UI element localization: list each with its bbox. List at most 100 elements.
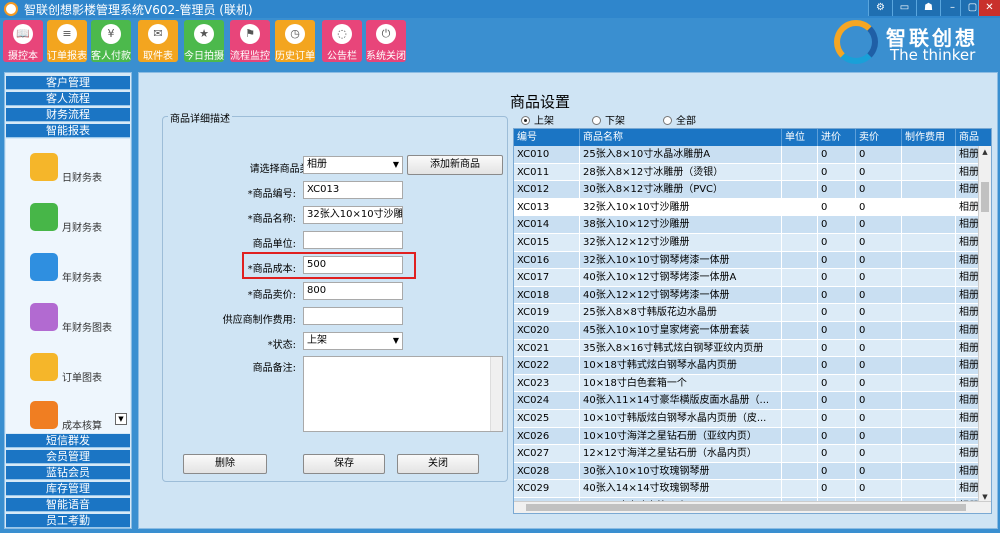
column-header[interactable]: 卖价 — [856, 129, 902, 146]
nav-header-smart-voice[interactable]: 智能语音 — [6, 498, 130, 512]
scroll-thumb[interactable] — [526, 504, 966, 511]
nav-item-yearly-finance[interactable]: 年财务表 — [26, 253, 116, 293]
table-row[interactable]: XC016 32张入10×10寸钢琴烤漆一体册 0 0 相册 — [514, 251, 980, 270]
table-cell: 40张入12×12寸钢琴烤漆一体册 — [580, 286, 782, 305]
table-row[interactable]: XC012 30张入8×12寸冰雕册（PVC） 0 0 相册 — [514, 181, 980, 199]
toolbar-label: 订单报表 — [47, 51, 87, 62]
close-window-button[interactable]: ✕ — [978, 0, 1000, 16]
nav-header-finance-flow[interactable]: 财务流程 — [6, 108, 130, 122]
table-cell: 0 — [818, 357, 856, 375]
table-cell: 相册 — [956, 374, 980, 393]
table-cell: 相册 — [956, 462, 980, 481]
shirt-icon[interactable]: ☗ — [916, 0, 940, 16]
table-cell: 10×10寸韩版炫白钢琴水晶内页册（皮... — [580, 410, 782, 428]
column-header[interactable]: 制作费用 — [902, 129, 956, 146]
table-cell — [782, 216, 818, 234]
toolbar-button-customer-payment[interactable]: ¥ 客人付款 — [91, 20, 131, 62]
today-shoot-icon: ★ — [194, 24, 214, 44]
toolbar-button-history-orders[interactable]: ◷ 历史订单 — [275, 20, 315, 62]
remark-scrollbar[interactable] — [490, 357, 502, 431]
toolbar-button-pickup[interactable]: ✉ 取件表 — [138, 20, 178, 62]
filter-on-shelf-radio[interactable]: 上架 — [521, 112, 554, 127]
nav-item-order-chart[interactable]: 订单图表 — [26, 353, 116, 393]
table-row[interactable]: XC019 25张入8×8寸韩版花边水晶册 0 0 相册 — [514, 304, 980, 322]
table-cell: 25张入8×8寸韩版花边水晶册 — [580, 304, 782, 322]
scroll-thumb[interactable] — [981, 182, 989, 212]
table-row[interactable]: XC011 28张入8×12寸冰雕册（烫银） 0 0 相册 — [514, 163, 980, 182]
table-row[interactable]: XC029 40张入14×14寸玫瑰钢琴册 0 0 相册 — [514, 480, 980, 498]
nav-header-smart-reports[interactable]: 智能报表 — [6, 124, 130, 138]
radio-label: 全部 — [676, 116, 696, 127]
monthly-finance-icon — [30, 203, 58, 231]
category-select[interactable]: 相册 ▼ — [303, 156, 403, 174]
table-row[interactable]: XC020 45张入10×10寸皇家烤瓷一体册套装 0 0 相册 — [514, 322, 980, 340]
name-input[interactable]: 32张入10×10寸沙雕册 — [303, 206, 403, 224]
table-cell — [902, 269, 956, 287]
toolbar-button-order-report[interactable]: ≡ 订单报表 — [47, 20, 87, 62]
table-row[interactable]: XC017 40张入10×12寸钢琴烤漆一体册A 0 0 相册 — [514, 269, 980, 287]
nav-item-daily-finance[interactable]: 日财务表 — [26, 153, 116, 193]
table-row[interactable]: XC023 10×18寸白色套箱一个 0 0 相册 — [514, 374, 980, 393]
table-row[interactable]: XC013 32张入10×10寸沙雕册 0 0 相册 — [514, 198, 980, 217]
toolbar-button-bulletin[interactable]: ◌ 公告栏 — [322, 20, 362, 62]
table-row[interactable]: XC027 12×12寸海洋之星钻石册（水晶内页） 0 0 相册 — [514, 445, 980, 463]
table-cell: XC019 — [514, 304, 580, 322]
filter-all-radio[interactable]: 全部 — [663, 112, 696, 127]
table-cell — [782, 269, 818, 287]
price-input[interactable]: 800 — [303, 282, 403, 300]
column-header[interactable]: 商品 — [956, 129, 991, 146]
save-button[interactable]: 保存 — [303, 454, 385, 474]
nav-header-member-mgmt[interactable]: 会员管理 — [6, 450, 130, 464]
remark-textarea[interactable] — [303, 356, 503, 432]
table-vertical-scrollbar[interactable]: ▲ ▼ — [978, 146, 991, 503]
table-row[interactable]: XC024 40张入11×14寸豪华横版皮面水晶册（... 0 0 相册 — [514, 392, 980, 410]
nav-header-customer-flow[interactable]: 客人流程 — [6, 92, 130, 106]
table-cell — [782, 357, 818, 375]
toolbar-button-camera-book[interactable]: 📖 摄控本 — [3, 20, 43, 62]
delete-button[interactable]: 删除 — [183, 454, 267, 474]
nav-header-attendance[interactable]: 员工考勤 — [6, 514, 130, 528]
column-header[interactable]: 进价 — [818, 129, 856, 146]
add-product-button[interactable]: 添加新商品 — [407, 155, 503, 175]
toolbar-button-today-shoot[interactable]: ★ 今日拍摄 — [184, 20, 224, 62]
column-header[interactable]: 编号 — [514, 129, 580, 146]
table-cell: XC016 — [514, 251, 580, 270]
unit-input[interactable] — [303, 231, 403, 249]
nav-item-label: 订单图表 — [62, 373, 102, 384]
settings-icon[interactable]: ⚙ — [868, 0, 892, 16]
status-select[interactable]: 上架 ▼ — [303, 332, 403, 350]
nav-item-monthly-finance[interactable]: 月财务表 — [26, 203, 116, 243]
scroll-down-icon[interactable]: ▼ — [115, 413, 127, 425]
close-button[interactable]: 关闭 — [397, 454, 479, 474]
table-row[interactable]: XC014 38张入10×12寸沙雕册 0 0 相册 — [514, 216, 980, 234]
table-row[interactable]: XC010 25张入8×10寸水晶冰雕册A 0 0 相册 — [514, 146, 980, 164]
table-row[interactable]: XC028 30张入10×10寸玫瑰钢琴册 0 0 相册 — [514, 462, 980, 481]
group-legend: 商品详细描述 — [168, 110, 232, 125]
nav-header-blue-diamond[interactable]: 蓝钻会员 — [6, 466, 130, 480]
column-header[interactable]: 商品名称 — [580, 129, 782, 146]
table-cell — [782, 163, 818, 182]
table-row[interactable]: XC018 40张入12×12寸钢琴烤漆一体册 0 0 相册 — [514, 286, 980, 305]
column-header[interactable]: 单位 — [782, 129, 818, 146]
cost-input[interactable]: 500 — [303, 256, 403, 274]
table-cell: 0 — [856, 146, 902, 164]
table-row[interactable]: XC026 10×10寸海洋之星钻石册（亚纹内页） 0 0 相册 — [514, 427, 980, 446]
nav-item-yearly-chart[interactable]: 年财务图表 — [26, 303, 116, 343]
table-cell — [902, 216, 956, 234]
table-row[interactable]: XC021 35张入8×16寸韩式炫白钢琴亚纹内页册 0 0 相册 — [514, 339, 980, 358]
nav-header-customer-mgmt[interactable]: 客户管理 — [6, 76, 130, 90]
scroll-up-icon[interactable]: ▲ — [979, 146, 991, 158]
filter-off-shelf-radio[interactable]: 下架 — [592, 112, 625, 127]
table-horizontal-scrollbar[interactable] — [514, 501, 991, 513]
code-input[interactable]: XC013 — [303, 181, 403, 199]
toolbar-button-process-monitor[interactable]: ⚑ 流程监控 — [230, 20, 270, 62]
nav-header-inventory[interactable]: 库存管理 — [6, 482, 130, 496]
table-row[interactable]: XC025 10×10寸韩版炫白钢琴水晶内页册（皮... 0 0 相册 — [514, 410, 980, 428]
table-cell: 相册 — [956, 410, 980, 428]
toolbar-button-system-close[interactable]: ⏻ 系统关闭 — [366, 20, 406, 62]
supplier-fee-input[interactable] — [303, 307, 403, 325]
table-row[interactable]: XC015 32张入12×12寸沙雕册 0 0 相册 — [514, 234, 980, 252]
nav-header-sms[interactable]: 短信群发 — [6, 434, 130, 448]
skin-icon[interactable]: ▭ — [892, 0, 916, 16]
table-row[interactable]: XC022 10×18寸韩式炫白钢琴水晶内页册 0 0 相册 — [514, 357, 980, 375]
